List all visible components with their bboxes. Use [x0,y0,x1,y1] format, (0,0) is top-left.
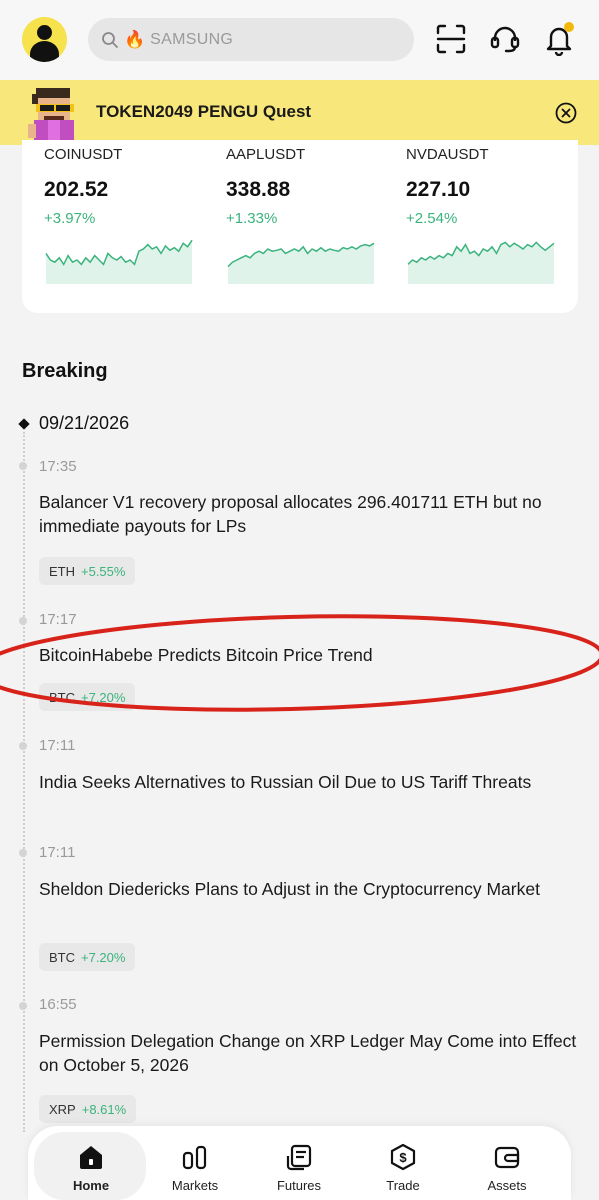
bottom-nav: Home Markets Futures $ Trade Assets [28,1126,571,1200]
notification-dot [564,22,574,32]
ticker-card: COINUSDT 202.52 +3.97% AAPLUSDT 338.88 +… [22,140,578,313]
ticker-change: +1.33% [226,210,278,227]
timeline-dot [19,462,27,470]
sparkline-chart [407,241,555,284]
news-headline[interactable]: India Seeks Alternatives to Russian Oil … [39,770,579,794]
nav-home[interactable]: Home [38,1126,144,1200]
svg-text:$: $ [399,1150,407,1165]
ticker-symbol: AAPLUSDT [226,146,306,163]
search-icon [102,31,118,48]
news-time: 17:35 [39,458,77,475]
ticker-coinusdt[interactable]: COINUSDT 202.52 +3.97% [44,140,204,310]
news-time: 17:11 [39,737,76,754]
coin-tag[interactable]: XRP +8.61% [39,1095,137,1123]
nav-label: Futures [276,1178,322,1193]
ticker-symbol: NVDAUSDT [406,146,489,163]
sparkline-area [408,242,554,284]
futures-doc-icon [286,1144,312,1171]
nav-trade[interactable]: $ Trade [350,1126,456,1200]
timeline-dot [19,1002,27,1010]
top-header: 🔥 SAMSUNG [0,0,599,80]
ticker-symbol: COINUSDT [44,146,123,163]
home-icon [80,1146,102,1169]
timeline-dot [19,742,27,750]
section-title: Breaking [22,360,108,382]
wallet-icon [494,1146,520,1169]
nav-label: Assets [487,1178,527,1193]
sparkline-chart [227,242,375,284]
trade-shield-icon: $ [390,1143,416,1171]
news-headline[interactable]: Permission Delegation Change on XRP Ledg… [39,1029,579,1077]
timeline-date-marker [18,418,30,430]
news-date: 09/21/2026 [39,413,130,433]
timeline-dot [19,617,27,625]
pengu-character-icon [28,88,74,142]
news-time: 17:17 [39,611,77,628]
tag-change: +7.20% [81,689,126,705]
ticker-price: 227.10 [406,178,471,201]
tag-symbol: ETH [49,563,75,579]
tag-change: +5.55% [81,563,126,579]
nav-label: Trade [386,1178,420,1193]
tag-change: +8.61% [81,1101,127,1117]
coin-tag[interactable]: ETH +5.55% [39,557,136,585]
markets-bars-icon [182,1145,207,1170]
news-time: 17:11 [39,844,76,861]
tag-change: +7.20% [81,949,126,965]
close-icon[interactable] [554,101,578,125]
sparkline-chart [45,239,193,284]
ticker-change: +2.54% [406,210,458,227]
news-time: 16:55 [39,996,77,1013]
avatar[interactable] [22,17,67,62]
ticker-nvdausdt[interactable]: NVDAUSDT 227.10 +2.54% [406,140,566,310]
news-headline[interactable]: BitcoinHabebe Predicts Bitcoin Price Tre… [39,643,579,667]
timeline-dot [19,849,27,857]
support-headset-icon[interactable] [488,22,522,56]
tag-symbol: XRP [49,1101,76,1117]
search-suggestion: SAMSUNG [150,30,234,48]
news-headline[interactable]: Sheldon Diedericks Plans to Adjust in th… [39,877,579,901]
nav-markets[interactable]: Markets [142,1126,248,1200]
ticker-aaplusdt[interactable]: AAPLUSDT 338.88 +1.33% [226,140,386,310]
nav-assets[interactable]: Assets [454,1126,560,1200]
search-bar[interactable]: 🔥 SAMSUNG [88,18,414,61]
fire-icon: 🔥 [124,29,146,49]
scan-icon[interactable] [434,22,468,56]
sparkline-area [46,240,192,284]
ticker-price: 202.52 [44,178,109,201]
banner-text: TOKEN2049 PENGU Quest [96,102,312,121]
nav-label: Home [72,1178,110,1193]
coin-tag[interactable]: BTC +7.20% [39,943,136,971]
tag-symbol: BTC [49,949,75,965]
nav-label: Markets [171,1178,219,1193]
tag-symbol: BTC [49,689,75,705]
news-headline[interactable]: Balancer V1 recovery proposal allocates … [39,490,579,538]
ticker-change: +3.97% [44,210,96,227]
coin-tag[interactable]: BTC +7.20% [39,683,136,711]
timeline-line [23,432,25,1132]
ticker-price: 338.88 [226,178,291,201]
nav-futures[interactable]: Futures [246,1126,352,1200]
